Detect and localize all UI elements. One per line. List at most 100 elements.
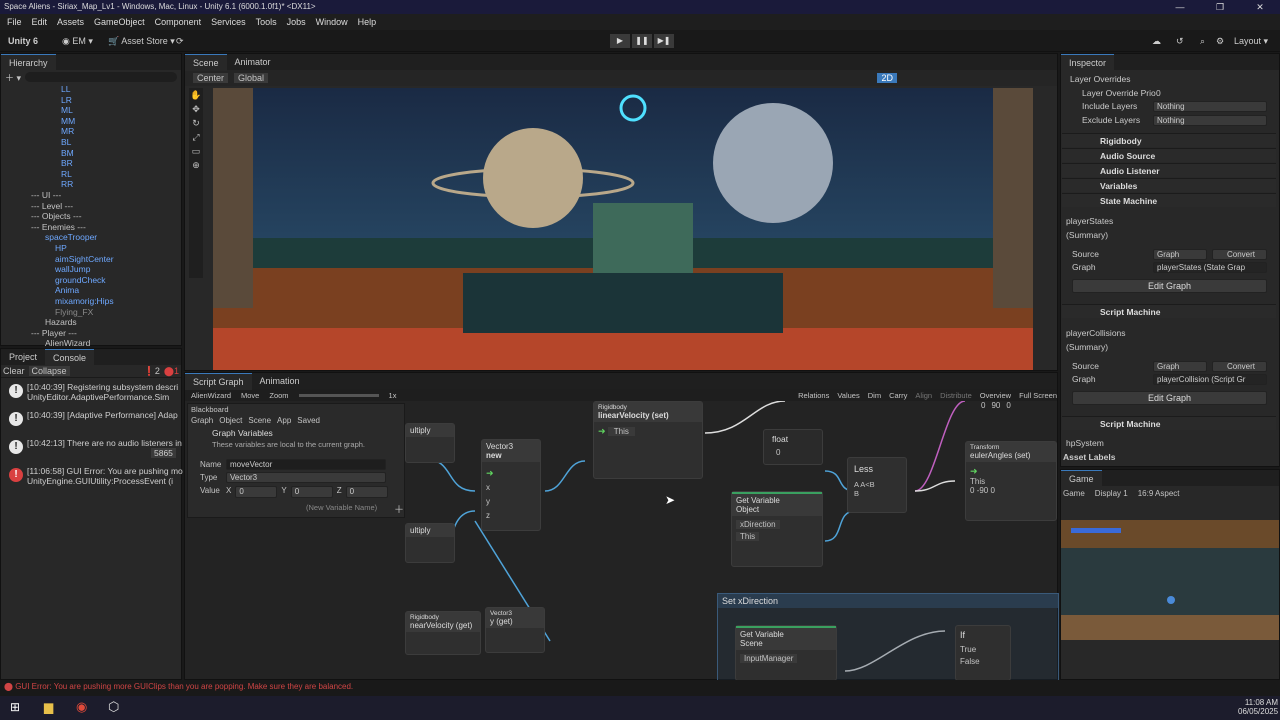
hierarchy-item[interactable]: Flying_FX (55, 307, 93, 318)
hierarchy-item[interactable]: --- Enemies --- (31, 222, 86, 233)
blackboard-tab-graph[interactable]: Graph (191, 416, 213, 425)
step-button[interactable]: ▶❚ (654, 34, 674, 48)
tab-game[interactable]: Game (1061, 469, 1102, 487)
cloud-icon[interactable]: ☁ (1152, 30, 1161, 52)
tab-animation[interactable]: Animation (252, 373, 308, 389)
chrome-icon[interactable]: ◉ (76, 699, 87, 715)
sm2-edit-graph-button[interactable]: Edit Graph (1072, 391, 1267, 405)
clock[interactable]: 11:08 AM 06/05/2025 (1238, 698, 1278, 716)
component-variables[interactable]: Variables (1062, 178, 1276, 192)
transform-y[interactable]: -90 (977, 486, 989, 495)
info-count[interactable]: ❗2 (144, 366, 160, 377)
close-button[interactable]: ✕ (1240, 0, 1280, 14)
top-x[interactable]: 0 (981, 401, 985, 410)
hierarchy-item[interactable]: wallJump (55, 264, 90, 275)
add-variable-button[interactable]: ＋ (394, 501, 404, 516)
hierarchy-item[interactable]: BR (61, 158, 73, 169)
hierarchy-item[interactable]: Hazards (45, 317, 77, 328)
sm2-convert-button[interactable]: Convert (1212, 361, 1267, 372)
graph-tool-full-screen[interactable]: Full Screen (1019, 391, 1057, 400)
transform-z[interactable]: 0 (990, 486, 994, 495)
space-dropdown[interactable]: Global (234, 73, 269, 83)
graph-tool-relations[interactable]: Relations (798, 391, 829, 400)
get-variable-name[interactable]: xDirection (736, 520, 780, 529)
layer-overrides-foldout[interactable]: Layer Overrides (1070, 74, 1130, 84)
multiply-node-2[interactable]: ultiply (405, 523, 455, 563)
breadcrumb[interactable]: AlienWizard (191, 391, 231, 400)
scale-tool-icon[interactable]: ⤢ (192, 132, 199, 143)
2d-toggle[interactable]: 2D (877, 73, 897, 83)
x-field[interactable]: 0 (235, 486, 278, 498)
rigidbody-get-node[interactable]: Rigidbody nearVelocity (get) (405, 611, 481, 655)
error-count[interactable]: ⬤1 (164, 366, 179, 377)
tab-inspector[interactable]: Inspector (1061, 53, 1115, 71)
status-error[interactable]: ⬤ GUI Error: You are pushing more GUICli… (0, 680, 1280, 693)
priority-field[interactable]: 0 (1156, 88, 1161, 98)
transform-x[interactable]: 0 (970, 486, 974, 495)
get-variable-scene-node[interactable]: Get Variable Scene InputManager (735, 625, 837, 681)
transform-this[interactable]: This (970, 477, 985, 486)
variable-name-input[interactable]: moveVector (226, 459, 386, 470)
exclude-layers-dropdown[interactable]: Nothing (1153, 115, 1267, 126)
blackboard-tab-object[interactable]: Object (219, 416, 242, 425)
hierarchy-item[interactable]: groundCheck (55, 275, 106, 286)
transform-tool-icon[interactable]: ⊕ (192, 160, 200, 171)
add-icon[interactable]: ＋ ▾ (5, 71, 21, 84)
pivot-dropdown[interactable]: Center (193, 73, 229, 83)
menu-item-file[interactable]: File (7, 17, 22, 27)
hierarchy-item[interactable]: HP (55, 243, 67, 254)
hierarchy-item[interactable]: spaceTrooper (45, 232, 97, 243)
float-node[interactable]: float 0 (763, 429, 823, 465)
scene-viewport[interactable] (213, 88, 1033, 370)
script-machine-1-header[interactable]: Script Machine (1062, 304, 1276, 318)
graph-tool-align[interactable]: Align (915, 391, 932, 400)
menu-item-help[interactable]: Help (358, 17, 377, 27)
hierarchy-item[interactable]: MR (61, 126, 74, 137)
component-audio-listener[interactable]: Audio Listener (1062, 163, 1276, 177)
blackboard-tab-scene[interactable]: Scene (248, 416, 271, 425)
sm1-source-dropdown[interactable]: Graph (1153, 249, 1207, 260)
hierarchy-item[interactable]: BL (61, 137, 71, 148)
graph-tool-values[interactable]: Values (837, 391, 859, 400)
tab-script-graph[interactable]: Script Graph (185, 372, 252, 390)
account-dropdown[interactable]: ◉ EM ▾ (62, 30, 93, 52)
hierarchy-item[interactable]: mixamorig:Hips (55, 296, 114, 307)
rigidbody-set-node[interactable]: Rigidbody linearVelocity (set) ➜ This (593, 401, 703, 479)
aspect-dropdown[interactable]: 16:9 Aspect (1138, 489, 1180, 498)
sm2-source-dropdown[interactable]: Graph (1153, 361, 1207, 372)
z-field[interactable]: 0 (345, 486, 388, 498)
get-variable-object-node[interactable]: Get Variable Object xDirection This (731, 491, 823, 567)
sm2-summary[interactable]: (Summary) (1066, 342, 1108, 352)
sm1-graph-field[interactable]: playerStates (State Grap (1153, 262, 1267, 273)
console-entry[interactable]: ! [10:40:39] [Adaptive Performance] Adap (1, 410, 181, 436)
play-button[interactable]: ▶ (610, 34, 630, 48)
menu-item-assets[interactable]: Assets (57, 17, 84, 27)
menu-item-window[interactable]: Window (316, 17, 348, 27)
hierarchy-item[interactable]: ML (61, 105, 73, 116)
tab-hierarchy[interactable]: Hierarchy (1, 53, 56, 71)
sm1-summary[interactable]: (Summary) (1066, 230, 1108, 240)
variable-type-dropdown[interactable]: Vector3 (226, 472, 386, 483)
sm1-convert-button[interactable]: Convert (1212, 249, 1267, 260)
console-entry[interactable]: ! [11:06:58] GUI Error: You are pushing m… (1, 466, 183, 492)
hierarchy-item[interactable]: RR (61, 179, 73, 190)
script-machine-2-header[interactable]: Script Machine (1062, 416, 1276, 430)
hierarchy-item[interactable]: --- Objects --- (31, 211, 82, 222)
tab-scene[interactable]: Scene (185, 53, 227, 71)
vector3-new-node[interactable]: Vector3 new ➜ x y z (481, 439, 541, 531)
input-manager-field[interactable]: InputManager (740, 654, 798, 663)
top-z[interactable]: 0 (1006, 401, 1010, 410)
asset-store-button[interactable]: 🛒 Asset Store ▾ (108, 30, 175, 52)
rotate-tool-icon[interactable]: ↻ (192, 118, 200, 129)
sm2-graph-field[interactable]: playerCollision (Script Gr (1153, 374, 1267, 385)
blackboard-tab-app[interactable]: App (277, 416, 291, 425)
hierarchy-item[interactable]: LR (61, 95, 72, 106)
asset-labels[interactable]: Asset Labels (1063, 452, 1115, 462)
hierarchy-item[interactable]: --- UI --- (31, 190, 61, 201)
menu-item-services[interactable]: Services (211, 17, 246, 27)
zoom-slider[interactable] (298, 393, 379, 397)
menu-item-component[interactable]: Component (155, 17, 202, 27)
display-dropdown[interactable]: Display 1 (1095, 489, 1128, 498)
blackboard-tab-saved[interactable]: Saved (297, 416, 320, 425)
game-mode-dropdown[interactable]: Game (1063, 489, 1085, 498)
